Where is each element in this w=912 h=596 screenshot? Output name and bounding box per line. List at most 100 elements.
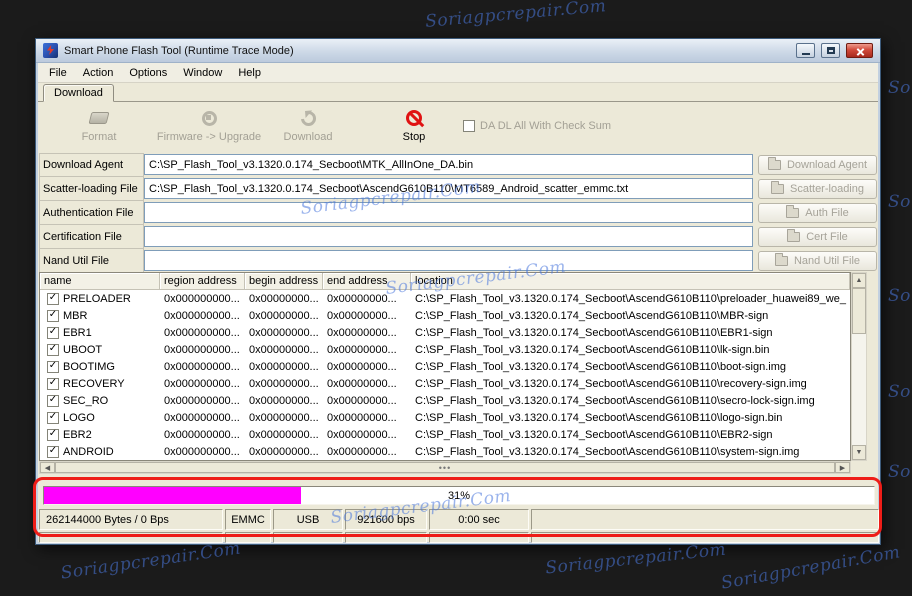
file-location: C:\SP_Flash_Tool_v3.1320.0.174_Secboot\A… [415,428,773,441]
cert-file-input[interactable] [144,226,753,247]
scroll-right-button[interactable]: ▶ [835,462,850,473]
row-checkbox[interactable] [47,411,59,424]
download-agent-browse-label: Download Agent [786,159,868,171]
begin-address: 0x00000000... [249,411,319,424]
download-agent-label: Download Agent [39,153,144,177]
table-row[interactable]: PRELOADER 0x000000000... 0x00000000... 0… [40,290,850,307]
watermark: Soriagpcrepair.Com [888,462,912,482]
maximize-button[interactable] [821,43,840,58]
column-header-name[interactable]: name [40,273,160,289]
progress-bar: 31% [43,486,875,505]
download-button[interactable]: Download [270,107,346,143]
column-header-location[interactable]: location [411,273,850,289]
da-dl-checksum-checkbox[interactable]: DA DL All With Check Sum [463,120,611,132]
row-checkbox[interactable] [47,445,59,458]
scroll-left-button[interactable]: ◀ [40,462,55,473]
format-label: Format [81,131,117,143]
table-row[interactable]: UBOOT 0x000000000... 0x00000000... 0x000… [40,341,850,358]
menubar: File Action Options Window Help [38,63,878,83]
file-location: C:\SP_Flash_Tool_v3.1320.0.174_Secboot\A… [415,394,815,407]
table-row[interactable]: BOOTIMG 0x000000000... 0x00000000... 0x0… [40,358,850,375]
vertical-scroll-thumb[interactable] [852,288,866,334]
row-checkbox[interactable] [47,428,59,441]
auth-file-browse-label: Auth File [805,207,849,219]
menu-file[interactable]: File [41,65,75,81]
stop-button[interactable]: Stop [383,109,445,143]
column-header-begin-address[interactable]: begin address [245,273,323,289]
table-row[interactable]: ANDROID 0x000000000... 0x00000000... 0x0… [40,443,850,460]
window-body: File Action Options Window Help Download… [38,63,879,543]
file-location: C:\SP_Flash_Tool_v3.1320.0.174_Secboot\A… [415,411,783,424]
horizontal-scroll-thumb[interactable]: ••• [55,462,835,473]
end-address: 0x00000000... [327,377,397,390]
row-checkbox[interactable] [47,343,59,356]
row-checkbox[interactable] [47,377,59,390]
horizontal-scrollbar[interactable]: ◀ ••• ▶ [39,461,851,474]
download-agent-browse-button[interactable]: Download Agent [758,155,877,175]
auth-file-input[interactable] [144,202,753,223]
scatter-file-row: Scatter-loading File Scatter-loading [39,177,877,201]
close-button[interactable] [846,43,873,58]
region-address: 0x000000000... [164,445,240,458]
statusbar: 262144000 Bytes / 0 Bps EMMC USB 921600 … [39,509,879,530]
row-checkbox[interactable] [47,360,59,373]
cert-file-label: Certification File [39,225,144,249]
column-header-end-address[interactable]: end address [323,273,411,289]
firmware-upgrade-label: Firmware -> Upgrade [156,131,262,143]
status-spacer [273,532,343,543]
download-agent-input[interactable] [144,154,753,175]
watermark: Soriagpcrepair.Com [888,192,912,212]
file-location: C:\SP_Flash_Tool_v3.1320.0.174_Secboot\A… [415,377,807,390]
format-icon [88,109,110,127]
partition-name: PRELOADER [63,292,131,305]
partition-name: EBR2 [63,428,92,441]
firmware-upgrade-icon [201,109,217,127]
menu-action[interactable]: Action [75,65,122,81]
row-checkbox[interactable] [47,326,59,339]
row-checkbox[interactable] [47,292,59,305]
begin-address: 0x00000000... [249,360,319,373]
minimize-button[interactable] [796,43,815,58]
menu-help[interactable]: Help [230,65,269,81]
download-panel: Format Firmware -> Upgrade Download Stop [38,102,879,543]
column-header-region-address[interactable]: region address [160,273,245,289]
row-checkbox[interactable] [47,309,59,322]
scatter-file-browse-button[interactable]: Scatter-loading [758,179,877,199]
watermark: Soriagpcrepair.Com [544,539,728,579]
status-elapsed-time: 0:00 sec [429,509,529,530]
cert-file-browse-button[interactable]: Cert File [758,227,877,247]
table-row[interactable]: EBR2 0x000000000... 0x00000000... 0x0000… [40,426,850,443]
scroll-up-button[interactable]: ▲ [852,273,866,288]
table-row[interactable]: SEC_RO 0x000000000... 0x00000000... 0x00… [40,392,850,409]
region-address: 0x000000000... [164,309,240,322]
table-row[interactable]: RECOVERY 0x000000000... 0x00000000... 0x… [40,375,850,392]
nand-util-input[interactable] [144,250,753,271]
scatter-file-input[interactable] [144,178,753,199]
region-address: 0x000000000... [164,394,240,407]
firmware-upgrade-button[interactable]: Firmware -> Upgrade [150,109,268,143]
table-row[interactable]: MBR 0x000000000... 0x00000000... 0x00000… [40,307,850,324]
menu-window[interactable]: Window [175,65,230,81]
stop-icon [406,109,422,127]
table-row[interactable]: EBR1 0x000000000... 0x00000000... 0x0000… [40,324,850,341]
folder-icon [787,229,801,242]
menu-options[interactable]: Options [121,65,175,81]
watermark: Soriagpcrepair.Com [719,542,902,594]
region-address: 0x000000000... [164,360,240,373]
file-location: C:\SP_Flash_Tool_v3.1320.0.174_Secboot\A… [415,445,800,458]
auth-file-row: Authentication File Auth File [39,201,877,225]
row-checkbox[interactable] [47,394,59,407]
auth-file-browse-button[interactable]: Auth File [758,203,877,223]
screenshot-root: Soriagpcrepair.Com Soriagpcrepair.Com So… [0,0,912,596]
nand-util-browse-label: Nand Util File [793,255,861,267]
format-button[interactable]: Format [64,109,134,143]
nand-util-browse-button[interactable]: Nand Util File [758,251,877,271]
watermark: Soriagpcrepair.Com [424,0,608,32]
table-row[interactable]: LOGO 0x000000000... 0x00000000... 0x0000… [40,409,850,426]
cert-file-row: Certification File Cert File [39,225,877,249]
scroll-down-button[interactable]: ▼ [852,445,866,460]
tab-download[interactable]: Download [43,84,114,102]
vertical-scrollbar[interactable]: ▲ ▼ [851,272,867,461]
region-address: 0x000000000... [164,377,240,390]
watermark: Soriagpcrepair.Com [59,538,243,584]
